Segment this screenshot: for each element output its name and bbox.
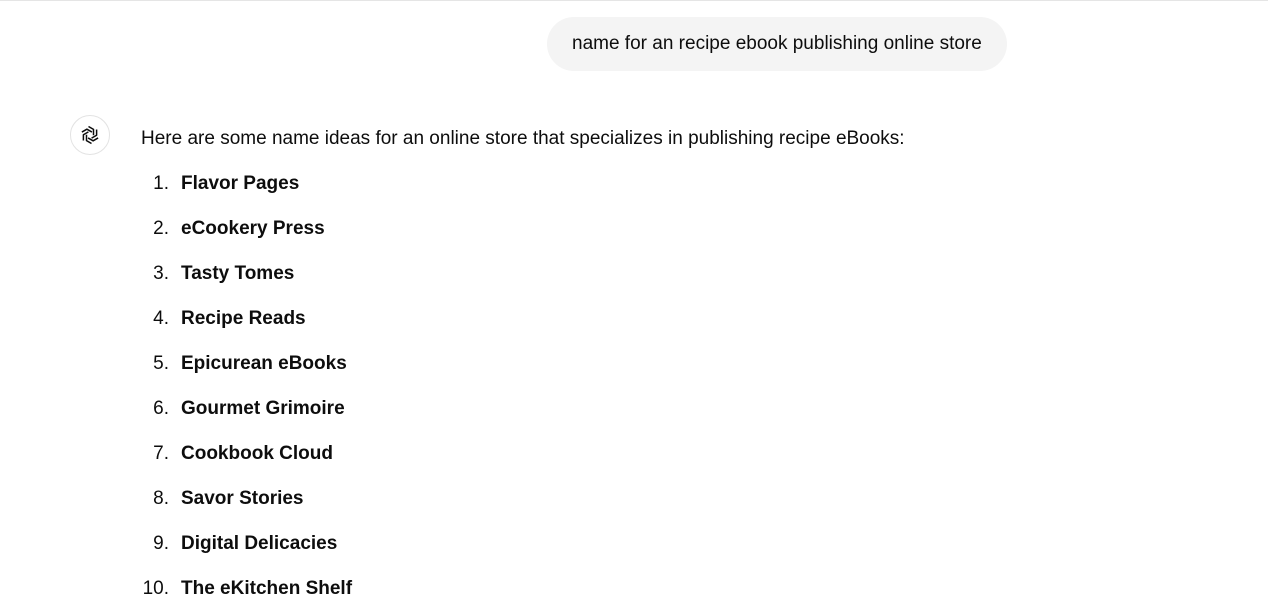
assistant-intro-text: Here are some name ideas for an online s…	[141, 128, 905, 149]
list-item: 7. Cookbook Cloud	[141, 441, 333, 467]
list-item-number: 9.	[153, 533, 169, 554]
list-item-number: 1.	[153, 173, 169, 194]
list-item-name: eCookery Press	[181, 218, 325, 239]
list-item: 10. The eKitchen Shelf	[141, 576, 352, 602]
list-item-name: Tasty Tomes	[181, 263, 295, 284]
list-item-number: 10.	[142, 578, 169, 599]
list-item-name: Recipe Reads	[181, 308, 306, 329]
list-item: 2. eCookery Press	[141, 216, 325, 242]
assistant-avatar	[70, 115, 110, 155]
list-item-name: Flavor Pages	[181, 173, 300, 194]
openai-logo-icon	[81, 125, 99, 145]
list-item-number: 2.	[153, 218, 169, 239]
assistant-message: Here are some name ideas for an online s…	[141, 126, 1241, 599]
list-item-number: 3.	[153, 263, 169, 284]
list-item-name: Digital Delicacies	[181, 533, 338, 554]
list-item-number: 7.	[153, 443, 169, 464]
list-item-name: Epicurean eBooks	[181, 353, 347, 374]
list-item-number: 8.	[153, 488, 169, 509]
list-item-number: 6.	[153, 398, 169, 419]
list-item-name: Gourmet Grimoire	[181, 398, 345, 419]
list-item: 9. Digital Delicacies	[141, 531, 337, 557]
user-message-bubble: name for an recipe ebook publishing onli…	[547, 17, 1007, 71]
list-item-name: The eKitchen Shelf	[181, 578, 353, 599]
list-item-name: Cookbook Cloud	[181, 443, 333, 464]
list-item: 4. Recipe Reads	[141, 306, 306, 332]
list-item-name: Savor Stories	[181, 488, 304, 509]
list-item: 1. Flavor Pages	[141, 171, 299, 197]
list-item: 8. Savor Stories	[141, 486, 304, 512]
list-item: 5. Epicurean eBooks	[141, 351, 347, 377]
list-item: 6. Gourmet Grimoire	[141, 396, 345, 422]
user-message-text: name for an recipe ebook publishing onli…	[572, 33, 982, 54]
top-divider	[0, 0, 1268, 1]
list-item: 3. Tasty Tomes	[141, 261, 294, 287]
list-item-number: 4.	[153, 308, 169, 329]
list-item-number: 5.	[153, 353, 169, 374]
